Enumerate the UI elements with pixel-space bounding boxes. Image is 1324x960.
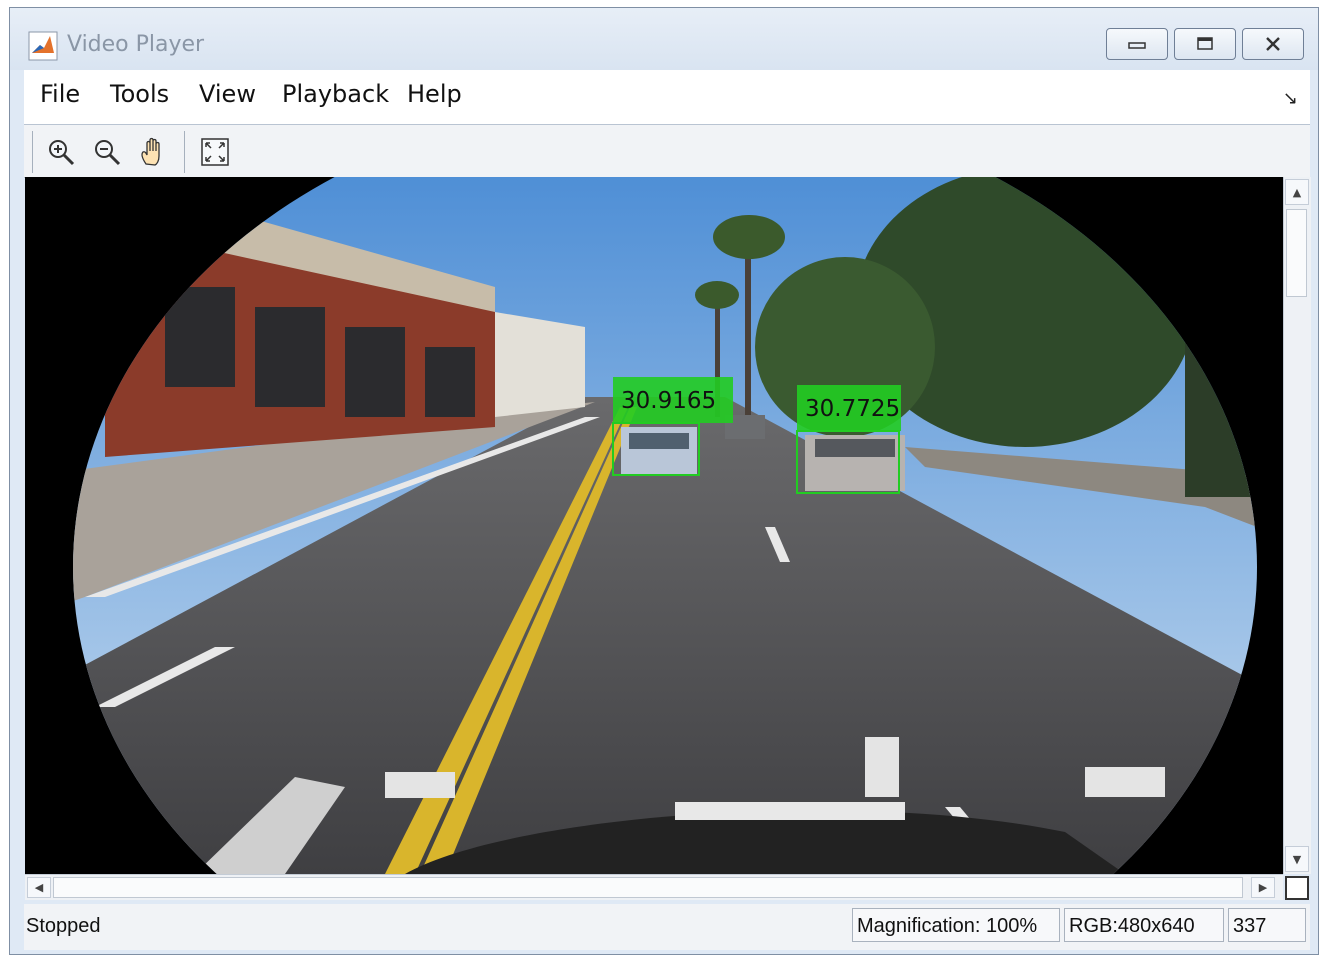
size-grip-box <box>1285 876 1309 900</box>
video-player-window: Video Player File Tools View Playback He… <box>9 7 1319 955</box>
menu-file[interactable]: File <box>40 80 80 108</box>
toolbar <box>24 125 1310 178</box>
menu-playback[interactable]: Playback <box>282 80 389 108</box>
menu-help[interactable]: Help <box>407 80 462 108</box>
horizontal-scroll-thumb[interactable] <box>53 877 1243 898</box>
scroll-left-icon[interactable]: ◀ <box>27 877 51 898</box>
fit-to-view-button[interactable] <box>196 133 234 171</box>
close-icon <box>1266 37 1280 51</box>
scroll-down-icon[interactable]: ▼ <box>1285 846 1309 872</box>
video-frame[interactable]: 30.9165 30.7725 <box>25 177 1283 874</box>
toolbar-separator <box>184 131 185 173</box>
close-button[interactable] <box>1242 28 1304 60</box>
zoom-out-button[interactable] <box>88 133 126 171</box>
street-scene-image: 30.9165 30.7725 <box>25 177 1283 874</box>
frame-number: 337 <box>1228 908 1306 942</box>
title-bar: Video Player <box>10 8 1318 70</box>
zoom-in-icon <box>49 140 75 166</box>
zoom-out-icon <box>95 140 121 166</box>
minimize-button[interactable] <box>1106 28 1168 60</box>
vertical-scroll-thumb[interactable] <box>1286 209 1307 297</box>
zoom-in-button[interactable] <box>42 133 80 171</box>
format-readout: RGB:480x640 <box>1064 908 1224 942</box>
scroll-up-icon[interactable]: ▲ <box>1285 179 1309 205</box>
pan-hand-icon <box>141 137 160 166</box>
maximize-button[interactable] <box>1174 28 1236 60</box>
magnification-readout: Magnification: 100% <box>852 908 1060 942</box>
scroll-right-icon[interactable]: ▶ <box>1251 877 1275 898</box>
horizontal-scrollbar[interactable]: ◀ ▶ <box>25 874 1283 900</box>
menu-bar: File Tools View Playback Help ↘ <box>24 70 1310 125</box>
dock-arrow-icon[interactable]: ↘ <box>1283 88 1298 109</box>
playback-status: Stopped <box>26 915 101 937</box>
detection-score: 30.9165 <box>621 388 716 414</box>
menu-tools[interactable]: Tools <box>110 80 169 108</box>
vertical-scrollbar[interactable]: ▲ ▼ <box>1283 177 1311 874</box>
status-bar: Stopped Magnification: 100% RGB:480x640 … <box>24 904 1310 950</box>
pan-button[interactable] <box>134 133 172 171</box>
matlab-app-icon <box>28 31 58 61</box>
menu-view[interactable]: View <box>199 80 256 108</box>
minimize-icon <box>1128 42 1146 49</box>
toolbar-separator <box>32 131 33 173</box>
window-title: Video Player <box>67 32 205 57</box>
maximize-icon <box>1197 37 1213 50</box>
fit-to-view-icon <box>201 138 229 166</box>
detection-score: 30.7725 <box>805 396 900 422</box>
